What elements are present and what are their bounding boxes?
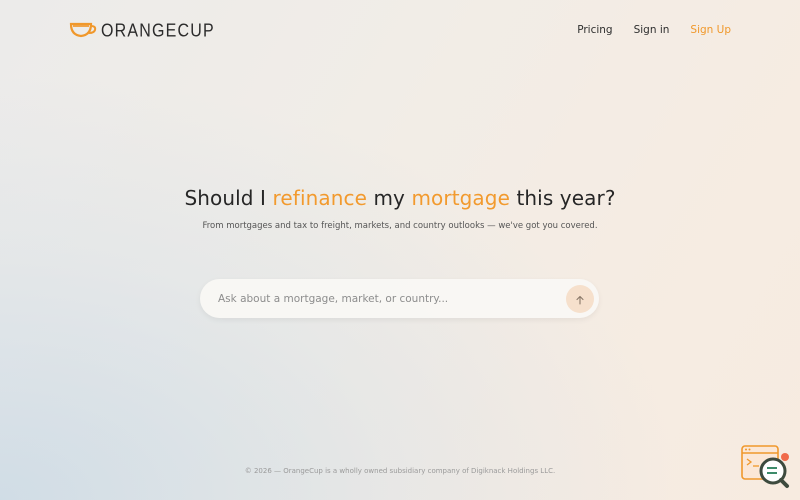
search-assistant-icon [741, 445, 791, 494]
headline-accent-refinance: refinance [272, 186, 368, 210]
headline-text-3: this year? [510, 186, 616, 210]
submit-button[interactable] [566, 285, 594, 313]
hero-content: Should I refinance my mortgage this year… [0, 186, 800, 231]
nav-sign-in-link[interactable]: Sign in [634, 24, 670, 36]
nav-pricing-link[interactable]: Pricing [577, 24, 612, 36]
assistant-widget-button[interactable] [741, 445, 791, 490]
headline-accent-mortgage: mortgage [411, 186, 510, 210]
top-nav: Pricing Sign in Sign Up [577, 24, 731, 36]
headline-text-1: Should I [184, 186, 273, 210]
arrow-up-icon [575, 290, 585, 309]
site-footer: © 2026 — OrangeCup is a wholly owned sub… [244, 467, 556, 475]
headline-text-2: my [367, 186, 412, 210]
site-header: ORANGECUP Pricing Sign in Sign Up [0, 0, 800, 62]
brand-name: ORANGECUP [101, 21, 215, 42]
brand-logo[interactable]: ORANGECUP [69, 21, 215, 43]
hero-subline: From mortgages and tax to freight, marke… [202, 221, 598, 231]
search-input[interactable] [216, 291, 550, 306]
search-bar [200, 279, 599, 318]
cup-logo-icon [69, 21, 97, 43]
hero-headline: Should I refinance my mortgage this year… [0, 186, 800, 210]
nav-sign-up-link[interactable]: Sign Up [690, 24, 731, 36]
